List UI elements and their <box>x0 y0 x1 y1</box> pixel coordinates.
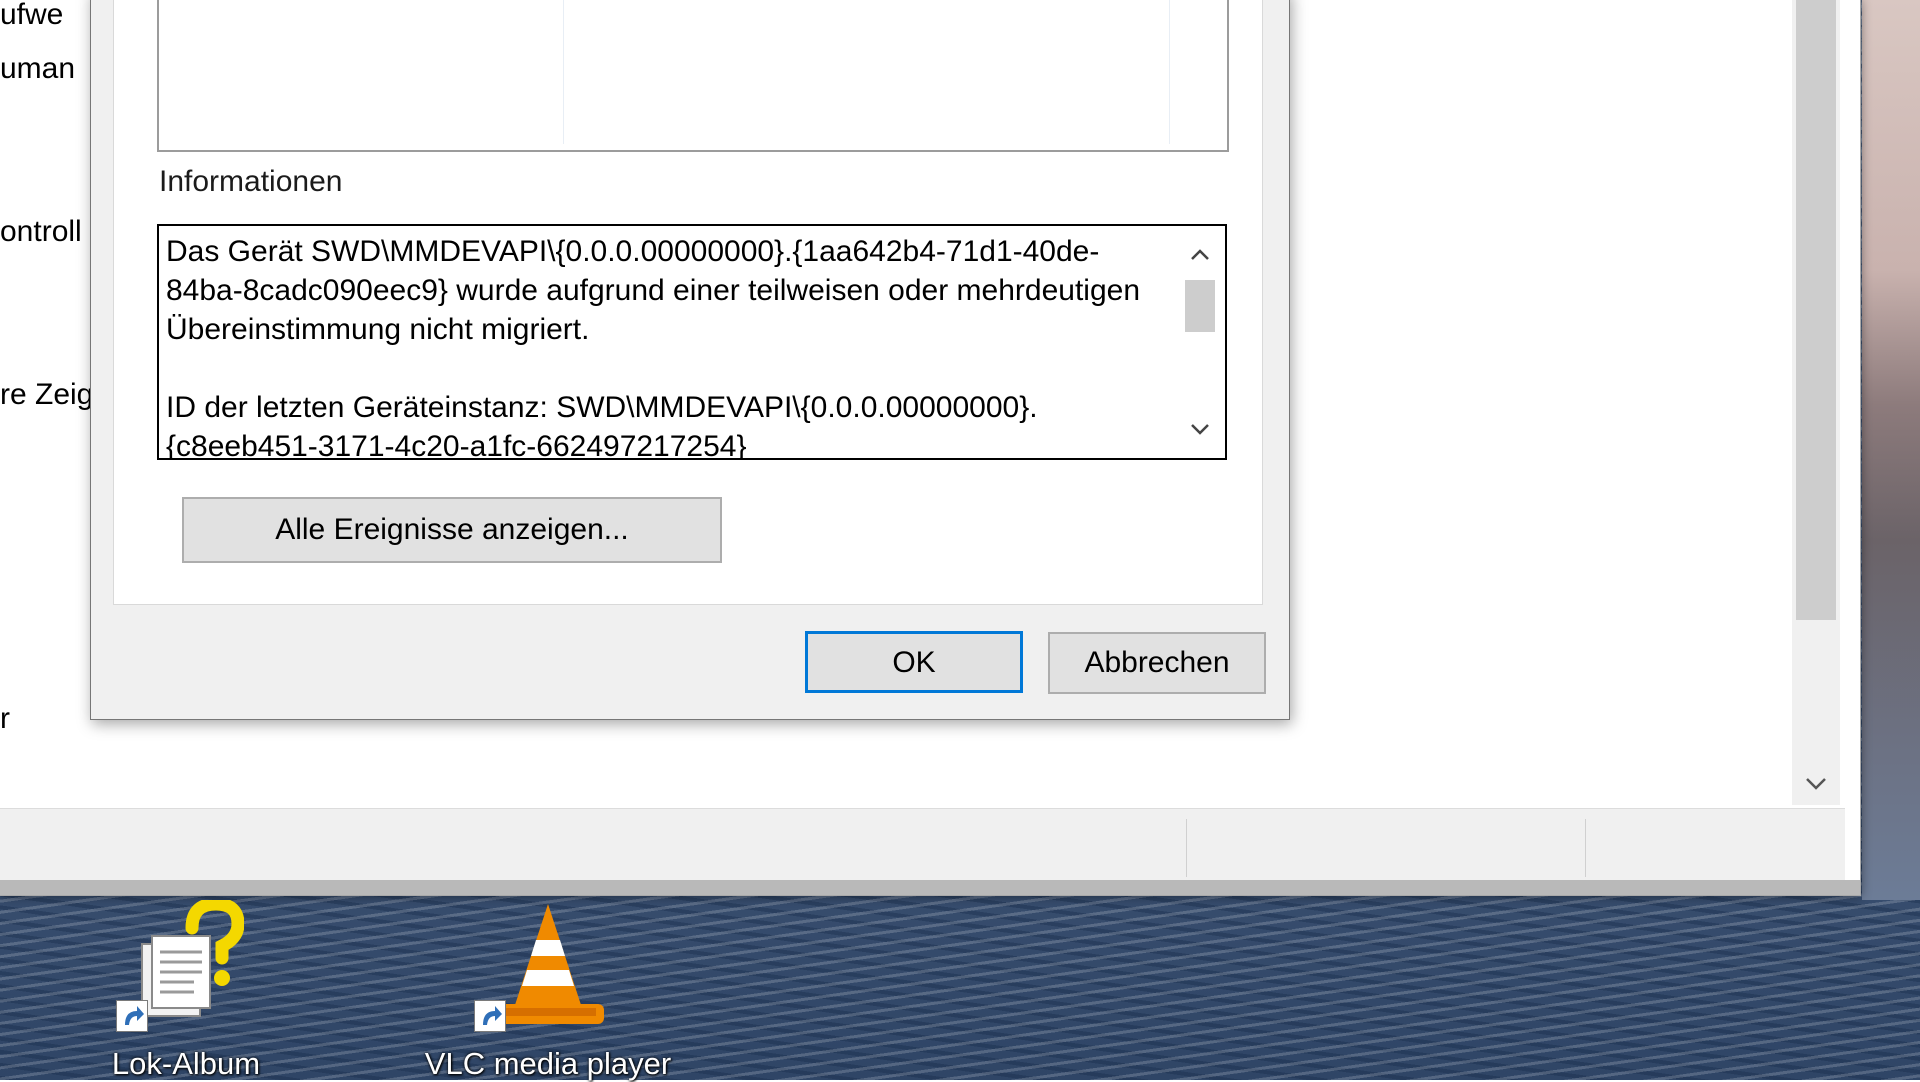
tree-item-partial[interactable]: uman <box>0 52 75 86</box>
wallpaper-sky <box>1862 0 1920 900</box>
help-document-icon <box>134 897 245 1030</box>
desktop-shortcut-lok-album[interactable]: Lok-Album <box>56 897 316 1081</box>
device-properties-dialog: Informationen Das Gerät SWD\MMDEVAPI\{0.… <box>90 0 1290 720</box>
vlc-cone-icon <box>488 900 608 1032</box>
info-textbox[interactable]: Das Gerät SWD\MMDEVAPI\{0.0.0.00000000}.… <box>157 224 1227 460</box>
show-all-events-button[interactable]: Alle Ereignisse anzeigen... <box>182 497 722 563</box>
events-list[interactable] <box>157 0 1229 152</box>
tree-item-partial[interactable]: ufwe <box>0 0 63 32</box>
desktop-icon-label: Lok-Album <box>111 1046 261 1081</box>
tree-item-partial[interactable]: re Zeig <box>0 378 93 412</box>
info-text: Das Gerät SWD\MMDEVAPI\{0.0.0.00000000}.… <box>166 235 1141 460</box>
chevron-down-icon[interactable] <box>1798 765 1834 801</box>
shortcut-arrow-icon <box>474 1000 506 1032</box>
events-tab-panel: Informationen Das Gerät SWD\MMDEVAPI\{0.… <box>113 0 1263 605</box>
status-bar <box>0 808 1845 887</box>
scrollbar-thumb[interactable] <box>1185 280 1215 332</box>
desktop-icon-label: VLC media player <box>424 1046 672 1081</box>
chevron-up-icon[interactable] <box>1182 238 1218 272</box>
cancel-button[interactable]: Abbrechen <box>1048 632 1266 694</box>
shortcut-arrow-icon <box>116 1000 148 1032</box>
info-label: Informationen <box>159 165 343 198</box>
window-bottom-border <box>0 880 1860 895</box>
ok-button[interactable]: OK <box>805 631 1023 693</box>
tree-item-partial[interactable]: r <box>0 702 10 736</box>
chevron-down-icon[interactable] <box>1182 412 1218 446</box>
status-separator <box>1186 819 1187 877</box>
column-separator <box>1169 0 1170 144</box>
tree-item-partial[interactable]: ontroll <box>0 215 82 249</box>
info-scrollbar[interactable] <box>1175 226 1225 458</box>
column-separator <box>563 0 564 144</box>
scrollbar-thumb[interactable] <box>1796 0 1836 620</box>
desktop-shortcut-vlc[interactable]: VLC media player <box>418 900 678 1081</box>
status-separator <box>1585 819 1586 877</box>
